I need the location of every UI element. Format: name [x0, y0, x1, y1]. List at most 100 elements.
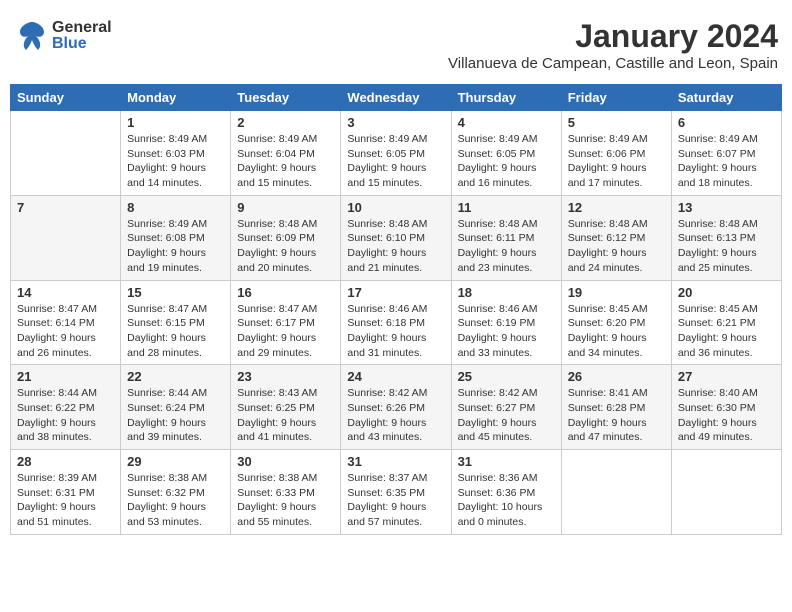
day-number: 21 — [17, 369, 114, 384]
calendar-header-wednesday: Wednesday — [341, 85, 451, 111]
calendar-day-cell: 26Sunrise: 8:41 AMSunset: 6:28 PMDayligh… — [561, 365, 671, 450]
day-number: 19 — [568, 285, 665, 300]
calendar-day-cell: 7 — [11, 195, 121, 280]
calendar-day-cell: 8 Sunrise: 8:49 AMSunset: 6:08 PMDaylight… — [121, 195, 231, 280]
day-info: Sunrise: 8:38 AMSunset: 6:33 PMDaylight:… — [237, 471, 334, 530]
calendar-day-cell: 31 Sunrise: 8:36 AMSunset: 6:36 PMDayligh… — [451, 450, 561, 535]
calendar-day-cell: 13Sunrise: 8:48 AMSunset: 6:13 PMDayligh… — [671, 195, 781, 280]
logo-bird-icon — [14, 18, 50, 54]
calendar-day-cell: 19 Sunrise: 8:45 AMSunset: 6:20 PMDayligh… — [561, 280, 671, 365]
day-info: Sunrise: 8:48 AMSunset: 6:10 PMDaylight:… — [347, 217, 444, 276]
day-number: 12 — [568, 200, 665, 215]
calendar-header-saturday: Saturday — [671, 85, 781, 111]
calendar-header-friday: Friday — [561, 85, 671, 111]
day-number: 17 — [347, 285, 444, 300]
day-info: Sunrise: 8:36 AMSunset: 6:36 PMDaylight:… — [458, 471, 555, 530]
calendar-day-cell: 17Sunrise: 8:46 AMSunset: 6:18 PMDayligh… — [341, 280, 451, 365]
day-number: 23 — [237, 369, 334, 384]
day-info: Sunrise: 8:42 AMSunset: 6:26 PMDaylight:… — [347, 386, 444, 445]
calendar-header-tuesday: Tuesday — [231, 85, 341, 111]
day-number: 8 — [127, 200, 224, 215]
day-info: Sunrise: 8:44 AMSunset: 6:24 PMDaylight:… — [127, 386, 224, 445]
calendar-day-cell — [671, 450, 781, 535]
calendar-day-cell — [561, 450, 671, 535]
page-title: January 2024 — [448, 18, 778, 55]
day-number: 20 — [678, 285, 775, 300]
calendar-day-cell: 29 Sunrise: 8:38 AMSunset: 6:32 PMDayligh… — [121, 450, 231, 535]
calendar-day-cell: 4 Sunrise: 8:49 AMSunset: 6:05 PMDaylight… — [451, 111, 561, 196]
logo-blue: Blue — [52, 36, 112, 52]
day-number: 27 — [678, 369, 775, 384]
logo: General Blue — [14, 18, 112, 54]
calendar-header-row: SundayMondayTuesdayWednesdayThursdayFrid… — [11, 85, 782, 111]
day-number: 1 — [127, 115, 224, 130]
day-number: 18 — [458, 285, 555, 300]
day-info: Sunrise: 8:48 AMSunset: 6:11 PMDaylight:… — [458, 217, 555, 276]
day-info: Sunrise: 8:47 AMSunset: 6:17 PMDaylight:… — [237, 302, 334, 361]
logo-general: General — [52, 20, 112, 36]
calendar-day-cell: 6 Sunrise: 8:49 AMSunset: 6:07 PMDaylight… — [671, 111, 781, 196]
day-number: 7 — [17, 200, 114, 215]
day-number: 31 — [347, 454, 444, 469]
day-number: 4 — [458, 115, 555, 130]
day-number: 30 — [237, 454, 334, 469]
day-info: Sunrise: 8:46 AMSunset: 6:19 PMDaylight:… — [458, 302, 555, 361]
day-number: 24 — [347, 369, 444, 384]
calendar-day-cell: 22Sunrise: 8:44 AMSunset: 6:24 PMDayligh… — [121, 365, 231, 450]
page-subtitle: Villanueva de Campean, Castille and Leon… — [448, 55, 778, 72]
calendar-day-cell: 25 Sunrise: 8:42 AMSunset: 6:27 PMDayligh… — [451, 365, 561, 450]
day-info: Sunrise: 8:45 AMSunset: 6:20 PMDaylight:… — [568, 302, 665, 361]
day-number: 9 — [237, 200, 334, 215]
day-number: 15 — [127, 285, 224, 300]
calendar-day-cell — [11, 111, 121, 196]
calendar-day-cell: 11Sunrise: 8:48 AMSunset: 6:11 PMDayligh… — [451, 195, 561, 280]
day-info: Sunrise: 8:42 AMSunset: 6:27 PMDaylight:… — [458, 386, 555, 445]
day-number: 5 — [568, 115, 665, 130]
day-number: 3 — [347, 115, 444, 130]
day-info: Sunrise: 8:40 AMSunset: 6:30 PMDaylight:… — [678, 386, 775, 445]
day-number: 31 — [458, 454, 555, 469]
day-info: Sunrise: 8:48 AMSunset: 6:09 PMDaylight:… — [237, 217, 334, 276]
day-info: Sunrise: 8:45 AMSunset: 6:21 PMDaylight:… — [678, 302, 775, 361]
calendar-day-cell: 31 Sunrise: 8:37 AMSunset: 6:35 PMDayligh… — [341, 450, 451, 535]
day-info: Sunrise: 8:44 AMSunset: 6:22 PMDaylight:… — [17, 386, 114, 445]
calendar-day-cell: 12Sunrise: 8:48 AMSunset: 6:12 PMDayligh… — [561, 195, 671, 280]
calendar-week-row: 14 Sunrise: 8:47 AMSunset: 6:14 PMDayligh… — [11, 280, 782, 365]
calendar-day-cell: 1Sunrise: 8:49 AMSunset: 6:03 PMDaylight… — [121, 111, 231, 196]
calendar-day-cell: 24 Sunrise: 8:42 AMSunset: 6:26 PMDayligh… — [341, 365, 451, 450]
calendar-day-cell: 3Sunrise: 8:49 AMSunset: 6:05 PMDaylight… — [341, 111, 451, 196]
calendar-week-row: 1Sunrise: 8:49 AMSunset: 6:03 PMDaylight… — [11, 111, 782, 196]
day-number: 28 — [17, 454, 114, 469]
day-info: Sunrise: 8:47 AMSunset: 6:14 PMDaylight:… — [17, 302, 114, 361]
day-info: Sunrise: 8:49 AMSunset: 6:05 PMDaylight:… — [458, 132, 555, 191]
day-info: Sunrise: 8:38 AMSunset: 6:32 PMDaylight:… — [127, 471, 224, 530]
calendar-week-row: 28 Sunrise: 8:39 AMSunset: 6:31 PMDayligh… — [11, 450, 782, 535]
calendar-day-cell: 20 Sunrise: 8:45 AMSunset: 6:21 PMDayligh… — [671, 280, 781, 365]
calendar-header-monday: Monday — [121, 85, 231, 111]
calendar-day-cell: 5Sunrise: 8:49 AMSunset: 6:06 PMDaylight… — [561, 111, 671, 196]
calendar-day-cell: 21 Sunrise: 8:44 AMSunset: 6:22 PMDayligh… — [11, 365, 121, 450]
day-number: 6 — [678, 115, 775, 130]
calendar-header-thursday: Thursday — [451, 85, 561, 111]
day-info: Sunrise: 8:49 AMSunset: 6:08 PMDaylight:… — [127, 217, 224, 276]
page-header: General Blue January 2024 Villanueva de … — [10, 10, 782, 80]
calendar-day-cell: 27 Sunrise: 8:40 AMSunset: 6:30 PMDayligh… — [671, 365, 781, 450]
calendar-day-cell: 18 Sunrise: 8:46 AMSunset: 6:19 PMDayligh… — [451, 280, 561, 365]
day-number: 29 — [127, 454, 224, 469]
day-number: 25 — [458, 369, 555, 384]
day-number: 2 — [237, 115, 334, 130]
calendar-day-cell: 14 Sunrise: 8:47 AMSunset: 6:14 PMDayligh… — [11, 280, 121, 365]
calendar-day-cell: 2 Sunrise: 8:49 AMSunset: 6:04 PMDaylight… — [231, 111, 341, 196]
calendar-day-cell: 10Sunrise: 8:48 AMSunset: 6:10 PMDayligh… — [341, 195, 451, 280]
calendar-day-cell: 15Sunrise: 8:47 AMSunset: 6:15 PMDayligh… — [121, 280, 231, 365]
day-info: Sunrise: 8:49 AMSunset: 6:07 PMDaylight:… — [678, 132, 775, 191]
day-number: 26 — [568, 369, 665, 384]
day-info: Sunrise: 8:49 AMSunset: 6:04 PMDaylight:… — [237, 132, 334, 191]
day-number: 14 — [17, 285, 114, 300]
day-info: Sunrise: 8:43 AMSunset: 6:25 PMDaylight:… — [237, 386, 334, 445]
day-info: Sunrise: 8:39 AMSunset: 6:31 PMDaylight:… — [17, 471, 114, 530]
day-info: Sunrise: 8:37 AMSunset: 6:35 PMDaylight:… — [347, 471, 444, 530]
calendar-day-cell: 23 Sunrise: 8:43 AMSunset: 6:25 PMDayligh… — [231, 365, 341, 450]
calendar-day-cell: 16Sunrise: 8:47 AMSunset: 6:17 PMDayligh… — [231, 280, 341, 365]
calendar-header-sunday: Sunday — [11, 85, 121, 111]
